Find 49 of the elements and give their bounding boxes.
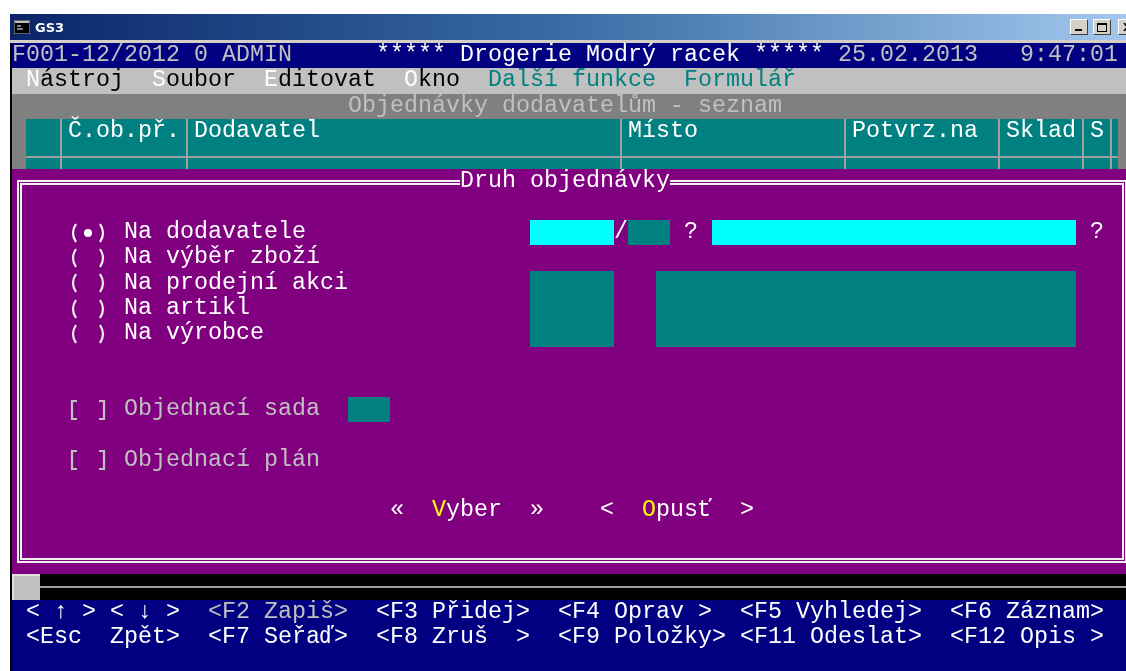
minimize-button[interactable]: [1070, 19, 1088, 35]
console-icon: [14, 20, 30, 34]
menu-item[interactable]: Soubor: [152, 68, 236, 94]
lookup-button[interactable]: ?: [1090, 220, 1104, 246]
column-header[interactable]: Dodavatel: [194, 118, 320, 145]
function-key[interactable]: <F6 Záznam>: [950, 599, 1104, 625]
function-key[interactable]: <F3 Přidej>: [376, 599, 530, 625]
function-key[interactable]: <F4 Oprav >: [558, 599, 712, 625]
option-label: Na dodavatele: [124, 220, 306, 246]
time: 9:47:01: [1020, 43, 1118, 69]
option-label: Na výrobce: [124, 321, 264, 347]
dialog-button[interactable]: < Opusť >: [600, 498, 754, 524]
option-label: Na artikl: [124, 295, 250, 321]
column-header[interactable]: Sklad: [1006, 118, 1076, 145]
function-key[interactable]: <F8 Zruš >: [376, 624, 530, 651]
function-key[interactable]: < ↓ >: [110, 599, 180, 625]
column-header[interactable]: S: [1090, 118, 1104, 145]
scrollbar-thumb[interactable]: [12, 574, 40, 600]
option-label: Na výběr zboží: [124, 245, 320, 271]
function-key[interactable]: <Esc Zpět>: [26, 624, 180, 651]
input-field[interactable]: [712, 220, 1076, 246]
input-field[interactable]: [530, 220, 614, 246]
checkbox-label: Objednací sada: [124, 397, 320, 423]
maximize-button[interactable]: [1093, 19, 1111, 35]
function-key[interactable]: < ↑ >: [26, 599, 96, 625]
input-field[interactable]: [628, 220, 670, 246]
maximize-icon: [1097, 22, 1107, 32]
field-separator: /: [614, 220, 628, 246]
menu-item[interactable]: Okno: [404, 68, 460, 94]
column-header[interactable]: Potvrz.na: [852, 118, 978, 145]
checkbox-label: Objednací plán: [124, 447, 320, 474]
function-key[interactable]: <F9 Položky>: [558, 624, 726, 651]
column-header[interactable]: Místo: [628, 118, 698, 145]
function-key[interactable]: <F11 Odeslat>: [740, 624, 922, 651]
function-key[interactable]: <F5 Vyhledej>: [740, 599, 922, 625]
dialog-title: Druh objednávky: [460, 169, 670, 195]
window-title: GS3: [35, 19, 66, 35]
option-label: Na prodejní akci: [124, 270, 348, 296]
column-header[interactable]: Č.ob.př.: [68, 118, 180, 145]
menu-item[interactable]: Editovat: [264, 68, 376, 94]
function-key[interactable]: <F12 Opis >: [950, 624, 1104, 651]
menu-item[interactable]: Nástroj: [26, 68, 124, 94]
list-title: Objednávky dodavatelům - seznam: [348, 93, 783, 119]
dialog-button[interactable]: « Vyber »: [390, 498, 544, 524]
function-key[interactable]: <F7 Seřaď>: [208, 624, 348, 651]
date: 25.02.2013: [838, 43, 978, 69]
lookup-button[interactable]: ?: [684, 220, 698, 246]
session-info: F001-12/2012 0 ADMIN: [12, 43, 292, 68]
company-name: ***** Drogerie Modrý racek *****: [376, 43, 824, 68]
